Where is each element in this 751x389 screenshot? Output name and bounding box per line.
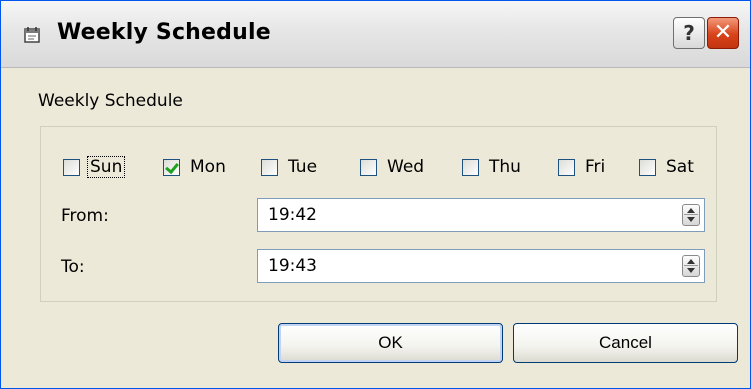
form-label: Weekly Schedule bbox=[38, 91, 183, 111]
from-time-spinner[interactable] bbox=[682, 204, 700, 226]
calendar-icon bbox=[24, 27, 40, 43]
day-sun-label: Sun bbox=[86, 156, 126, 178]
day-sat[interactable]: Sat bbox=[639, 154, 696, 180]
to-time-spinner[interactable] bbox=[682, 255, 700, 277]
to-label: To: bbox=[61, 257, 85, 277]
day-sat-checkbox[interactable] bbox=[639, 158, 656, 176]
day-tue-label: Tue bbox=[288, 157, 318, 177]
day-fri-label: Fri bbox=[585, 157, 606, 177]
day-sat-label: Sat bbox=[666, 157, 694, 177]
to-time-value: 19:43 bbox=[268, 256, 317, 276]
day-wed-label: Wed bbox=[387, 157, 425, 177]
day-wed-checkbox[interactable] bbox=[360, 158, 377, 176]
help-button[interactable]: ? bbox=[673, 17, 705, 49]
day-wed[interactable]: Wed bbox=[360, 154, 426, 180]
day-fri[interactable]: Fri bbox=[558, 154, 607, 180]
spin-up-arrow-icon[interactable] bbox=[687, 259, 695, 264]
title-bar[interactable]: Weekly Schedule ? ✕ bbox=[1, 1, 750, 68]
from-time-field[interactable]: 19:42 bbox=[257, 198, 705, 232]
from-label: From: bbox=[61, 206, 109, 226]
day-mon-label: Mon bbox=[190, 157, 226, 177]
ok-button[interactable]: OK bbox=[278, 323, 503, 363]
spin-up-arrow-icon[interactable] bbox=[687, 208, 695, 213]
spinner-divider bbox=[684, 214, 698, 215]
day-thu[interactable]: Thu bbox=[462, 154, 523, 180]
from-time-value: 19:42 bbox=[268, 205, 317, 225]
day-sun[interactable]: Sun bbox=[63, 154, 126, 180]
day-tue-checkbox[interactable] bbox=[261, 158, 278, 176]
day-thu-label: Thu bbox=[489, 157, 521, 177]
day-mon-checkbox[interactable] bbox=[163, 158, 180, 176]
spin-down-arrow-icon[interactable] bbox=[687, 268, 695, 273]
day-sun-checkbox[interactable] bbox=[63, 158, 80, 176]
day-thu-checkbox[interactable] bbox=[462, 158, 479, 176]
close-button[interactable]: ✕ bbox=[707, 17, 739, 49]
weekly-schedule-dialog: Weekly Schedule ? ✕ Weekly Schedule Sun … bbox=[0, 0, 751, 389]
spinner-divider bbox=[684, 265, 698, 266]
day-tue[interactable]: Tue bbox=[261, 154, 319, 180]
to-time-field[interactable]: 19:43 bbox=[257, 249, 705, 283]
spin-down-arrow-icon[interactable] bbox=[687, 217, 695, 222]
cancel-button[interactable]: Cancel bbox=[513, 323, 738, 363]
window-title: Weekly Schedule bbox=[57, 20, 271, 45]
day-mon[interactable]: Mon bbox=[163, 154, 228, 180]
day-fri-checkbox[interactable] bbox=[558, 158, 575, 176]
